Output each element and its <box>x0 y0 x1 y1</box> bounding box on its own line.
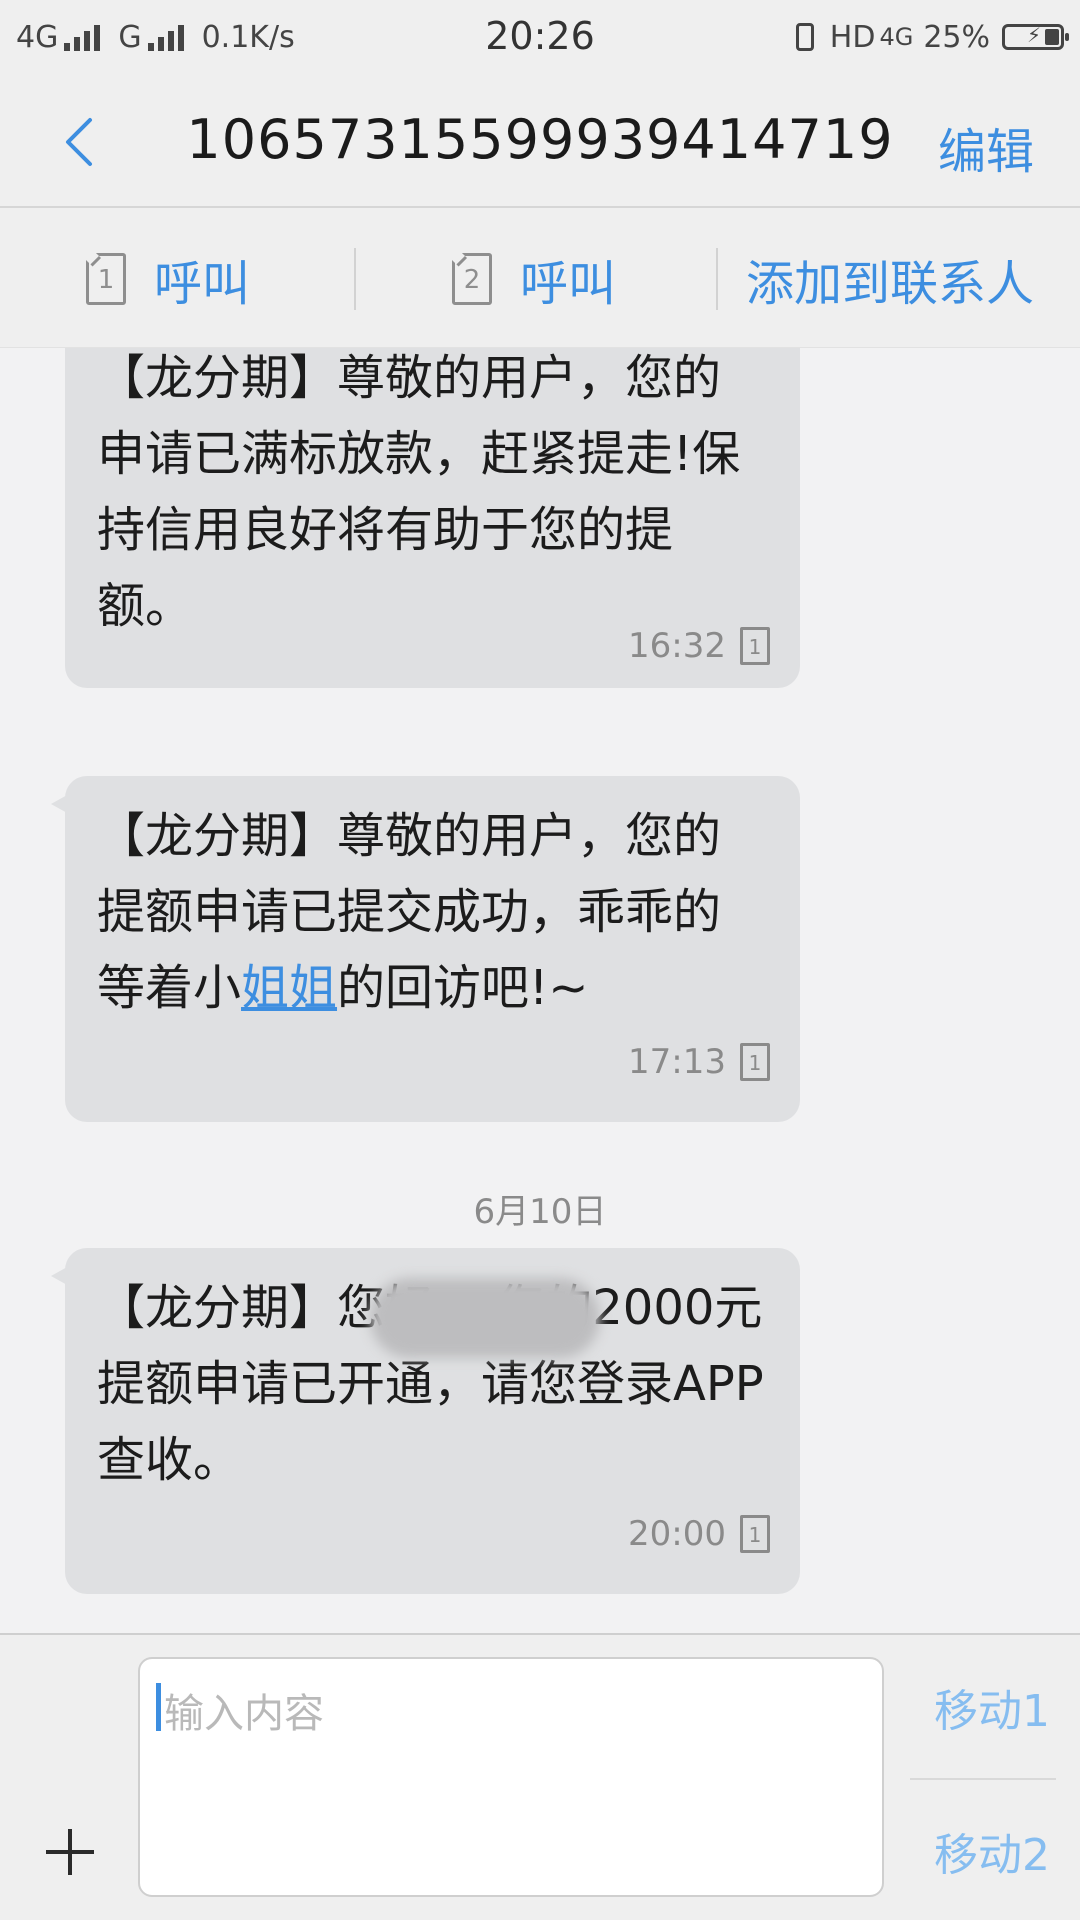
edit-button[interactable]: 编辑 <box>938 112 1034 182</box>
network-4g-indicator: 4G <box>879 23 914 51</box>
status-bar: 4G G 0.1K/s 20:26 HD 4G 25% ⚡ <box>0 0 1080 76</box>
message-input-placeholder: 输入内容 <box>164 1691 324 1737</box>
sim1-icon: 1 <box>86 253 126 305</box>
status-right: HD 4G 25% ⚡ <box>786 14 1069 60</box>
sim-card-icon: 1 <box>740 627 770 665</box>
text-caret <box>156 1683 161 1731</box>
action-divider <box>716 248 718 310</box>
send-sim1-button[interactable]: 移动1 <box>934 1675 1050 1739</box>
add-to-contacts-button[interactable]: 添加到联系人 <box>746 244 1034 314</box>
send-divider <box>910 1778 1056 1780</box>
battery-icon: ⚡ <box>1002 23 1069 50</box>
message-text: 【龙分期】尊敬的用户，您的提额申请已提交成功，乖乖的等着小姐姐的回访吧!~ <box>97 776 768 1026</box>
message-bubble[interactable]: 【龙分期】尊敬的用户，您的申请已满标放款，赶紧提走!保持信用良好将有助于您的提额… <box>65 348 800 688</box>
conversation-header: 1065731559993941​4719 编辑 <box>0 76 1080 208</box>
message-meta: 20:00 1 <box>628 1514 770 1554</box>
call-sim2-button[interactable]: 2 呼叫 <box>452 244 616 314</box>
call-sim1-label: 呼叫 <box>154 256 251 312</box>
sim2-icon: 2 <box>452 253 492 305</box>
redaction-blur <box>370 1278 600 1358</box>
compose-area: 输入内容 移动1 移动2 <box>0 1633 1080 1920</box>
message-link[interactable]: 姐姐 <box>241 960 337 1016</box>
send-sim2-button[interactable]: 移动2 <box>934 1819 1050 1883</box>
bubble-tail <box>51 794 69 814</box>
sim-card-icon: 1 <box>740 1515 770 1553</box>
message-meta: 17:13 1 <box>628 1042 770 1082</box>
date-separator: 6月10日 <box>473 1192 607 1232</box>
message-text: 【龙分期】尊敬的用户，您的申请已满标放款，赶紧提走!保持信用良好将有助于您的提额… <box>97 350 741 634</box>
message-time: 20:00 <box>628 1514 726 1554</box>
message-time: 17:13 <box>628 1042 726 1082</box>
message-text-part: 的回访吧!~ <box>337 960 589 1016</box>
conversation-title: 1065731559993941​4719 <box>186 108 894 171</box>
back-arrow-icon[interactable] <box>56 114 112 170</box>
sim-card-icon: 1 <box>740 1043 770 1081</box>
attach-plus-icon[interactable] <box>42 1825 98 1881</box>
hd-indicator: HD <box>829 19 876 55</box>
call-sim2-label: 呼叫 <box>520 256 617 312</box>
vibrate-icon <box>795 23 814 51</box>
call-sim1-button[interactable]: 1 呼叫 <box>86 244 250 314</box>
battery-percent: 25% <box>923 19 990 55</box>
sms-conversation-screen: 4G G 0.1K/s 20:26 HD 4G 25% ⚡ 1065731559… <box>0 0 1080 1920</box>
add-to-contacts-label: 添加到联系人 <box>746 256 1035 312</box>
action-bar: 1 呼叫 2 呼叫 添加到联系人 <box>0 208 1080 348</box>
message-bubble[interactable]: 【龙分期】尊敬的用户，您的提额申请已提交成功，乖乖的等着小姐姐的回访吧!~ 17… <box>51 776 800 1122</box>
message-input[interactable]: 输入内容 <box>138 1657 884 1897</box>
message-meta: 16:32 1 <box>628 626 770 666</box>
bubble-tail <box>51 1266 69 1286</box>
message-list[interactable]: 【龙分期】尊敬的用户，您的申请已满标放款，赶紧提走!保持信用良好将有助于您的提额… <box>0 348 1080 1633</box>
message-time: 16:32 <box>628 626 726 666</box>
action-divider <box>354 248 356 310</box>
